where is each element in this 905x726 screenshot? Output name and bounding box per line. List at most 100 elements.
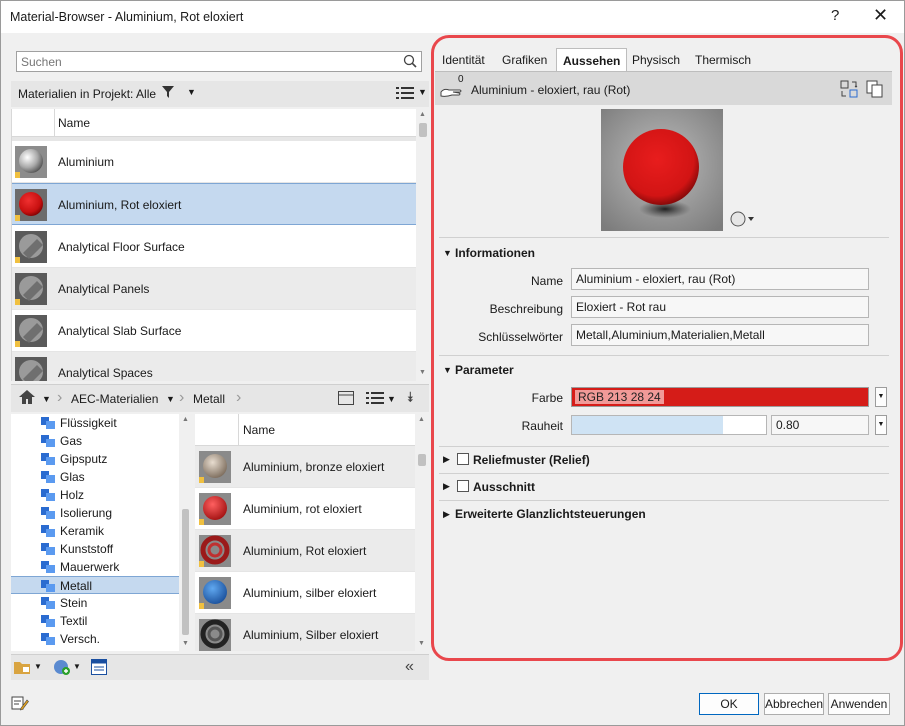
- caret-right-icon[interactable]: ▶: [443, 481, 450, 492]
- chevron-down-icon[interactable]: ▼: [387, 394, 396, 404]
- relief-section-heading[interactable]: Reliefmuster (Relief): [473, 453, 590, 467]
- list-item[interactable]: Analytical Floor Surface: [12, 226, 416, 268]
- relief-checkbox[interactable]: [457, 453, 469, 465]
- info-section-heading[interactable]: Informationen: [455, 246, 535, 260]
- keywords-field[interactable]: Metall,Aluminium,Materialien,Metall: [571, 324, 869, 346]
- list-item[interactable]: Analytical Slab Surface: [12, 310, 416, 352]
- list-item[interactable]: Aluminium: [12, 141, 416, 183]
- color-dropdown-button[interactable]: ▼: [875, 387, 887, 407]
- category-item[interactable]: Versch.: [11, 630, 179, 648]
- list-item[interactable]: Analytical Spaces: [12, 352, 416, 381]
- collapse-left-icon[interactable]: «: [405, 658, 414, 676]
- tab-identity[interactable]: Identität: [442, 53, 485, 67]
- breadcrumb-library[interactable]: AEC-Materialien: [71, 392, 158, 406]
- chevron-down-icon[interactable]: ▼: [418, 87, 427, 97]
- material-name: Analytical Panels: [58, 282, 150, 296]
- chevron-down-icon[interactable]: ▼: [166, 394, 175, 404]
- filter-icon[interactable]: [162, 86, 174, 101]
- material-list-scrollbar[interactable]: ▲ ▼: [416, 109, 429, 381]
- list-item[interactable]: Aluminium, bronze eloxiert: [195, 446, 415, 488]
- asset-count: 0: [458, 74, 464, 85]
- category-item[interactable]: Isolierung: [11, 504, 179, 522]
- category-item-selected[interactable]: Metall: [11, 576, 179, 594]
- breadcrumb-category[interactable]: Metall: [193, 392, 225, 406]
- caret-right-icon[interactable]: ▶: [443, 509, 450, 520]
- caret-down-icon[interactable]: ▼: [443, 248, 452, 258]
- list-item[interactable]: Aluminium, Rot eloxiert: [195, 530, 415, 572]
- search-box[interactable]: [16, 51, 422, 72]
- chevron-down-icon[interactable]: ▼: [73, 662, 81, 671]
- category-folder-icon: [41, 615, 55, 630]
- category-item[interactable]: Holz: [11, 486, 179, 504]
- folder-icon[interactable]: [14, 660, 32, 677]
- parameter-section-heading[interactable]: Parameter: [455, 363, 514, 377]
- edit-icon[interactable]: [11, 695, 29, 714]
- apply-button[interactable]: Anwenden: [828, 693, 890, 715]
- category-item[interactable]: Kunststoff: [11, 540, 179, 558]
- category-scrollbar[interactable]: ▲ ▼: [179, 414, 192, 651]
- color-swatch-field[interactable]: RGB 213 28 24: [571, 387, 869, 407]
- list-item[interactable]: Aluminium, Silber eloxiert: [195, 614, 415, 651]
- name-column-header[interactable]: Name: [243, 423, 275, 437]
- list-item[interactable]: Aluminium, Rot eloxiert: [12, 183, 416, 225]
- hand-icon: [440, 84, 464, 101]
- chevron-down-icon[interactable]: ▼: [34, 662, 42, 671]
- chevron-down-icon[interactable]: ▼: [42, 394, 51, 404]
- tab-physical[interactable]: Physisch: [632, 53, 680, 67]
- help-button[interactable]: ?: [831, 7, 839, 24]
- material-thumbnail: [15, 189, 47, 221]
- close-button[interactable]: ✕: [873, 5, 888, 26]
- roughness-value[interactable]: 0.80: [771, 415, 869, 435]
- advanced-highlights-heading[interactable]: Erweiterte Glanzlichtsteuerungen: [455, 507, 646, 521]
- category-item[interactable]: Keramik: [11, 522, 179, 540]
- category-item[interactable]: Stein: [11, 594, 179, 612]
- description-field[interactable]: Eloxiert - Rot rau: [571, 296, 869, 318]
- name-field[interactable]: Aluminium - eloxiert, rau (Rot): [571, 268, 869, 290]
- category-item[interactable]: Textil: [11, 612, 179, 630]
- name-label: Name: [530, 274, 563, 288]
- cutout-checkbox[interactable]: [457, 480, 469, 492]
- globe-add-icon[interactable]: [53, 659, 71, 678]
- project-filter-bar: Materialien in Projekt: Alle ▼ ▼: [11, 81, 429, 107]
- tab-graphics[interactable]: Grafiken: [502, 53, 547, 67]
- tab-thermal[interactable]: Thermisch: [695, 53, 751, 67]
- list-item[interactable]: Analytical Panels: [12, 268, 416, 310]
- library-scrollbar[interactable]: ▲ ▼: [415, 414, 429, 651]
- panel-toggle-icon[interactable]: [338, 391, 354, 408]
- search-input[interactable]: [17, 52, 397, 71]
- replace-asset-icon[interactable]: [840, 80, 858, 101]
- category-item[interactable]: Flüssigkeit: [11, 414, 179, 432]
- material-thumbnail: [15, 231, 47, 263]
- material-name: Aluminium, rot eloxiert: [243, 502, 362, 516]
- material-editor-pane: Identität Grafiken Aussehen Physisch The…: [435, 41, 892, 659]
- material-editor-icon[interactable]: [91, 659, 107, 678]
- list-item[interactable]: Aluminium, silber eloxiert: [195, 572, 415, 614]
- chevron-down-icon[interactable]: ▼: [187, 87, 196, 97]
- category-item[interactable]: Gipsputz: [11, 450, 179, 468]
- preview-options-icon[interactable]: [730, 211, 756, 230]
- list-item[interactable]: Aluminium, rot eloxiert: [195, 488, 415, 530]
- caret-right-icon[interactable]: ▶: [443, 454, 450, 465]
- category-item[interactable]: Glas: [11, 468, 179, 486]
- name-column-header[interactable]: Name: [58, 116, 90, 130]
- color-value: RGB 213 28 24: [575, 390, 664, 404]
- category-folder-icon: [41, 597, 55, 612]
- cancel-button[interactable]: Abbrechen: [764, 693, 824, 715]
- roughness-dropdown-button[interactable]: ▼: [875, 415, 887, 435]
- material-name: Analytical Floor Surface: [58, 240, 185, 254]
- list-view-icon[interactable]: [396, 86, 414, 103]
- collapse-down-icon[interactable]: ⯯: [406, 389, 414, 406]
- caret-down-icon[interactable]: ▼: [443, 365, 452, 375]
- list-view-icon[interactable]: [366, 391, 384, 408]
- cutout-section-heading[interactable]: Ausschnitt: [473, 480, 535, 494]
- home-icon[interactable]: [19, 390, 35, 407]
- duplicate-asset-icon[interactable]: [866, 80, 884, 101]
- search-icon[interactable]: [403, 54, 417, 71]
- roughness-slider[interactable]: [571, 415, 767, 435]
- category-item[interactable]: Gas: [11, 432, 179, 450]
- material-name: Aluminium, Rot eloxiert: [58, 198, 182, 212]
- material-thumbnail: [199, 451, 231, 483]
- ok-button[interactable]: OK: [699, 693, 759, 715]
- material-name: Aluminium, silber eloxiert: [243, 586, 377, 600]
- category-item[interactable]: Mauerwerk: [11, 558, 179, 576]
